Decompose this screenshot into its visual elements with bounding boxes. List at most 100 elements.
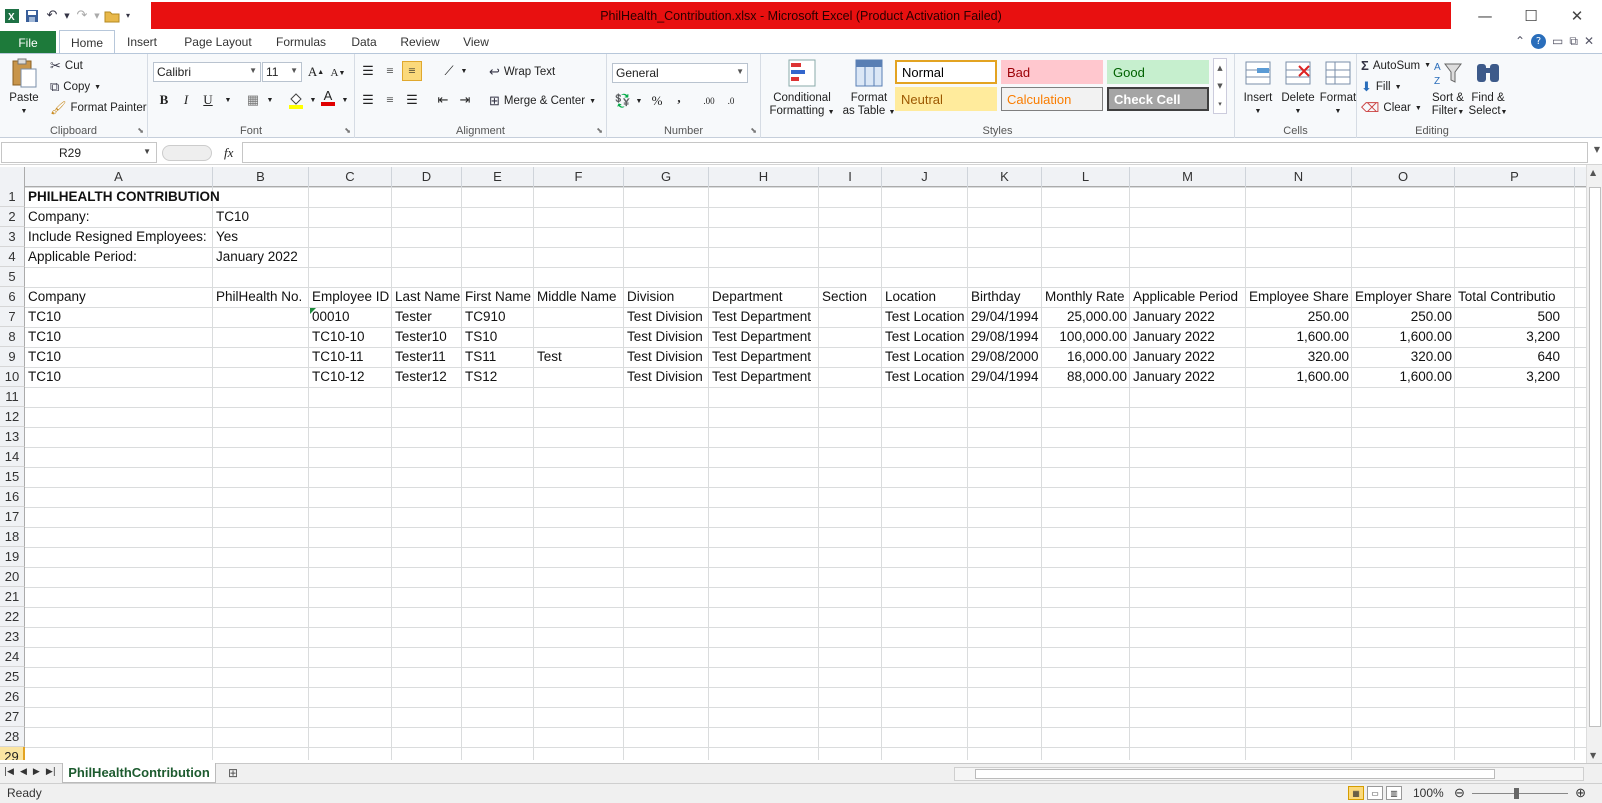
accounting-dropdown-icon[interactable]: ▼ — [629, 91, 649, 111]
column-label[interactable]: Employee Share — [1247, 287, 1351, 307]
row-header-9[interactable]: 9 — [0, 347, 25, 367]
row-header-28[interactable]: 28 — [0, 727, 25, 747]
copy-button[interactable]: ⧉ Copy ▼ — [50, 79, 101, 95]
delete-cells-button[interactable]: Delete ▼ — [1279, 57, 1317, 118]
page-layout-view-icon[interactable]: ▭ — [1367, 786, 1383, 800]
column-label[interactable]: Total Contributio — [1456, 287, 1574, 307]
borders-dropdown-icon[interactable]: ▼ — [260, 90, 280, 110]
last-sheet-icon[interactable]: ▶| — [46, 767, 56, 777]
conditional-formatting-button[interactable]: Conditional Formatting ▼ — [769, 57, 835, 119]
vertical-scrollbar[interactable]: ▲ ▼ — [1586, 165, 1602, 763]
row-header-13[interactable]: 13 — [0, 427, 25, 447]
next-sheet-icon[interactable]: ▶ — [33, 767, 40, 777]
styles-gallery-scroll[interactable]: ▲ ▼ ▾ — [1213, 58, 1227, 114]
table-cell[interactable]: Test — [535, 347, 623, 367]
table-cell[interactable]: 250.00 — [1247, 307, 1351, 327]
table-cell[interactable]: 1,600.00 — [1247, 327, 1351, 347]
table-cell[interactable]: 29/08/1994 — [969, 327, 1041, 347]
close-button[interactable]: ✕ — [1554, 0, 1600, 31]
vertical-scroll-thumb[interactable] — [1589, 187, 1601, 727]
gallery-down-icon[interactable]: ▼ — [1217, 82, 1222, 90]
column-header-a[interactable]: A — [25, 167, 213, 187]
increase-font-icon[interactable]: A ▲ — [306, 62, 326, 82]
row-header-22[interactable]: 22 — [0, 607, 25, 627]
style-bad[interactable]: Bad — [1001, 60, 1103, 84]
table-cell[interactable]: 29/04/1994 — [969, 367, 1041, 387]
row-header-26[interactable]: 26 — [0, 687, 25, 707]
format-cells-button[interactable]: Format ▼ — [1319, 57, 1357, 118]
table-cell[interactable]: 29/08/2000 — [969, 347, 1041, 367]
undo-dropdown-icon[interactable]: ▼ — [63, 6, 71, 26]
normal-view-icon[interactable]: ▦ — [1348, 786, 1364, 800]
column-label[interactable]: Applicable Period — [1131, 287, 1245, 307]
tab-view[interactable]: View — [456, 30, 496, 54]
wrap-text-button[interactable]: ↩ Wrap Text — [489, 64, 555, 80]
column-label[interactable]: Last Name — [393, 287, 461, 307]
maximize-button[interactable]: ☐ — [1508, 0, 1554, 31]
row-header-12[interactable]: 12 — [0, 407, 25, 427]
column-label[interactable]: Birthday — [969, 287, 1041, 307]
table-cell[interactable]: TS10 — [463, 327, 533, 347]
row-header-10[interactable]: 10 — [0, 367, 25, 387]
column-header-k[interactable]: K — [968, 167, 1042, 187]
tab-insert[interactable]: Insert — [120, 30, 164, 54]
column-label[interactable]: Division — [625, 287, 708, 307]
insert-function-icon[interactable]: fx — [224, 145, 233, 161]
table-cell[interactable]: Test Division — [625, 367, 708, 387]
align-right-icon[interactable]: ☰ — [402, 90, 422, 110]
select-all-corner[interactable] — [0, 167, 25, 187]
style-good[interactable]: Good — [1107, 60, 1209, 84]
table-cell[interactable]: 1,600.00 — [1353, 327, 1454, 347]
row-header-20[interactable]: 20 — [0, 567, 25, 587]
minimize-button[interactable]: — — [1462, 0, 1508, 31]
column-header-d[interactable]: D — [392, 167, 462, 187]
row-header-25[interactable]: 25 — [0, 667, 25, 687]
table-cell[interactable]: Test Division — [625, 307, 708, 327]
report-title[interactable]: PHILHEALTH CONTRIBUTION — [26, 187, 306, 207]
column-header-i[interactable]: I — [819, 167, 882, 187]
table-cell[interactable]: 00010 — [310, 307, 391, 327]
undo-icon[interactable]: ↶ — [43, 6, 61, 26]
formula-input[interactable] — [242, 142, 1588, 163]
table-cell[interactable]: 25,000.00 — [1043, 307, 1129, 327]
row-header-4[interactable]: 4 — [0, 247, 25, 267]
table-cell[interactable]: Test Location — [883, 347, 967, 367]
align-left-icon[interactable]: ☰ — [358, 90, 378, 110]
table-cell[interactable]: Test Division — [625, 347, 708, 367]
alignment-launcher-icon[interactable]: ⬊ — [596, 126, 603, 135]
tab-formulas[interactable]: Formulas — [268, 30, 334, 54]
row-header-19[interactable]: 19 — [0, 547, 25, 567]
column-header-h[interactable]: H — [709, 167, 819, 187]
save-icon[interactable] — [23, 6, 41, 26]
increase-indent-icon[interactable]: ⇥ — [455, 90, 475, 110]
merge-center-button[interactable]: ⊞ Merge & Center ▼ — [489, 93, 596, 109]
font-color-dropdown-icon[interactable]: ▼ — [335, 90, 355, 110]
row-header-29[interactable]: 29 — [0, 747, 25, 760]
table-cell[interactable]: Test Department — [710, 367, 818, 387]
sheet-tab-philhealthcontribution[interactable]: PhilHealthContribution — [62, 763, 216, 783]
style-calculation[interactable]: Calculation — [1001, 87, 1103, 111]
align-bottom-icon[interactable]: ≡ — [402, 61, 422, 81]
minimize-ribbon-icon[interactable]: ⌃ — [1515, 34, 1525, 49]
row-header-14[interactable]: 14 — [0, 447, 25, 467]
row-header-1[interactable]: 1 — [0, 187, 25, 207]
font-name-select[interactable]: Calibri ▼ — [153, 62, 261, 82]
table-cell[interactable]: 100,000.00 — [1043, 327, 1129, 347]
column-header-g[interactable]: G — [624, 167, 709, 187]
table-cell[interactable]: Test Location — [883, 307, 967, 327]
decrease-font-icon[interactable]: A ▼ — [328, 63, 348, 83]
font-launcher-icon[interactable]: ⬊ — [344, 126, 351, 135]
table-cell[interactable]: 29/04/1994 — [969, 307, 1041, 327]
percent-style-button[interactable]: % — [647, 91, 667, 111]
table-cell[interactable]: TC910 — [463, 307, 533, 327]
table-cell[interactable]: Test Location — [883, 367, 967, 387]
table-cell[interactable]: 16,000.00 — [1043, 347, 1129, 367]
table-cell[interactable]: TC10-12 — [310, 367, 391, 387]
horizontal-scroll-thumb[interactable] — [975, 769, 1495, 779]
table-cell[interactable]: January 2022 — [1131, 307, 1245, 327]
autosum-button[interactable]: Σ AutoSum ▼ — [1361, 58, 1431, 73]
italic-button[interactable]: I — [176, 90, 196, 110]
expand-formula-bar-icon[interactable]: ▼ — [1594, 145, 1600, 154]
row-header-8[interactable]: 8 — [0, 327, 25, 347]
align-top-icon[interactable]: ☰ — [358, 61, 378, 81]
